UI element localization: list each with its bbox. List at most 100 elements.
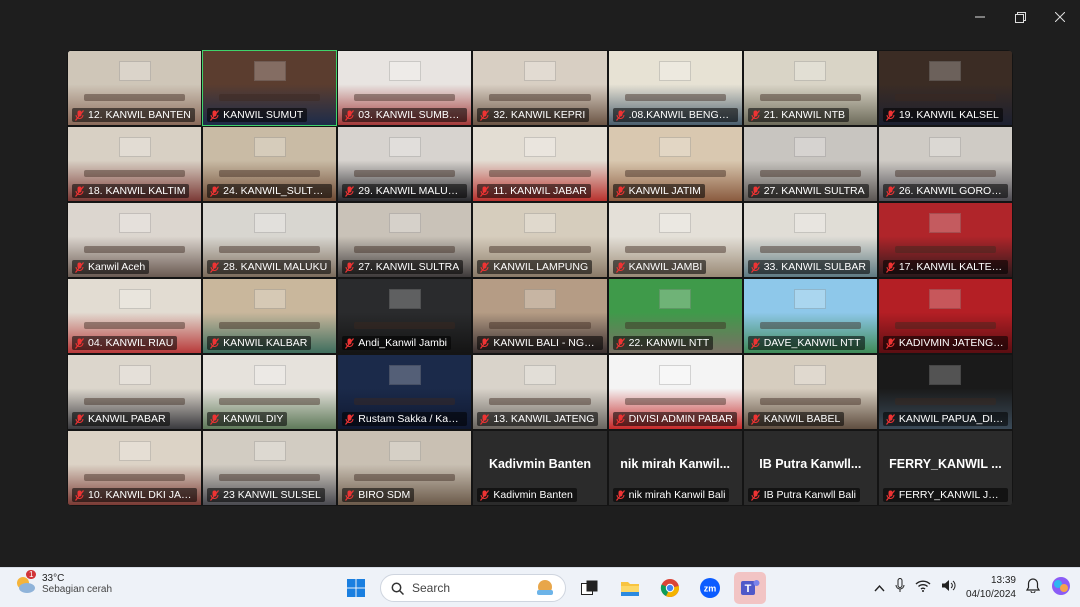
participant-label: .08.KANWIL BENGKU... [612,108,738,122]
participant-name: BIRO SDM [358,489,411,501]
participant-tile[interactable]: 13. KANWIL JATENG [472,354,608,430]
chrome-icon [660,579,680,597]
weather-temp: 33°C [42,573,65,584]
room-backdrop [118,213,151,233]
participant-tile[interactable]: KANWIL BALI - NGUR... [472,278,608,354]
room-table [83,169,186,178]
participant-tile[interactable]: 04. KANWIL RIAU [67,278,203,354]
muted-mic-icon [480,337,490,349]
participant-tile[interactable]: KANWIL DIY [202,354,338,430]
clock[interactable]: 13:39 04/10/2024 [966,574,1016,602]
participant-tile[interactable]: 33. KANWIL SULBAR [742,202,878,278]
participant-name: KANWIL KALBAR [223,337,308,349]
participant-tile[interactable]: 32. KANWIL KEPRI [472,50,608,126]
room-table [219,321,321,330]
room-table [219,245,321,254]
participant-tile[interactable]: 21. KANWIL NTB [742,50,878,126]
file-explorer-button[interactable] [614,572,646,604]
wifi-icon[interactable] [915,579,931,597]
participant-tile[interactable]: KANWIL JATIM [607,126,743,202]
participant-label: 26. KANWIL GORONT... [882,184,1008,198]
participant-name: 17. KANWIL KALTENG [898,261,1004,273]
participant-label: KANWIL JATIM [612,184,705,198]
microphone-icon[interactable] [895,578,905,598]
speaker-icon[interactable] [941,579,956,597]
participant-tile[interactable]: KANWIL PAPUA_DINA... [877,354,1013,430]
svg-text:zm: zm [704,584,717,594]
room-table [894,245,997,254]
participant-label: 29. KANWIL MALUKU... [342,184,468,198]
participant-display-name: FERRY_KANWIL ... [889,457,1002,471]
participant-tile[interactable]: DAVE_KANWIL NTT [742,278,878,354]
minimize-icon [975,16,985,18]
participant-name: KANWIL PAPUA_DINA... [898,413,1004,425]
participant-tile[interactable]: KANWIL PABAR [67,354,203,430]
participant-tile[interactable]: KANWIL JAMBI [607,202,743,278]
participant-tile[interactable]: FERRY_KANWIL ... FERRY_KANWIL JABAR [877,430,1013,506]
participant-tile[interactable]: 26. KANWIL GORONT... [877,126,1013,202]
participant-label: KANWIL BABEL [747,412,845,426]
muted-mic-icon [345,109,355,121]
participant-tile[interactable]: .08.KANWIL BENGKU... [607,50,743,126]
participant-tile[interactable]: Rustam Sakka / Kaba... [337,354,473,430]
room-table [759,321,861,330]
start-button[interactable] [340,572,372,604]
room-backdrop [388,289,421,309]
participant-tile[interactable]: 23 KANWIL SULSEL [202,430,338,506]
copilot-icon[interactable] [1050,575,1072,602]
participant-tile[interactable]: 18. KANWIL KALTIM [67,126,203,202]
participant-tile[interactable]: nik mirah Kanwil... nik mirah Kanwil Bali [607,430,743,506]
participant-tile[interactable]: Kanwil Aceh [67,202,203,278]
taskbar-search[interactable]: Search [380,574,566,602]
participant-label: DAVE_KANWIL NTT [747,336,865,350]
participant-tile[interactable]: 10. KANWIL DKI JAKA... [67,430,203,506]
room-table [354,93,456,102]
room-table [219,397,321,406]
participant-tile[interactable]: KANWIL BABEL [742,354,878,430]
participant-label: 04. KANWIL RIAU [72,336,178,350]
task-view-button[interactable] [574,572,606,604]
participant-label: 03. KANWIL SUMBAR [342,108,468,122]
participant-name: 21. KANWIL NTB [763,109,846,121]
room-backdrop [929,61,962,81]
participant-tile[interactable]: 12. KANWIL BANTEN [67,50,203,126]
participant-tile[interactable]: 19. KANWIL KALSEL [877,50,1013,126]
participant-name: nik mirah Kanwil Bali [628,489,726,501]
participant-tile[interactable]: 29. KANWIL MALUKU... [337,126,473,202]
teams-button[interactable]: T [734,572,766,604]
participant-name: 13. KANWIL JATENG [493,413,595,425]
participant-tile[interactable]: KANWIL LAMPUNG [472,202,608,278]
weather-widget[interactable]: 1 33°C Sebagian cerah [14,570,112,595]
participant-tile[interactable]: 17. KANWIL KALTENG [877,202,1013,278]
folder-icon [621,582,639,596]
participant-tile[interactable]: 24. KANWIL_SULTENG [202,126,338,202]
maximize-button[interactable] [1000,0,1040,34]
participant-tile[interactable]: 22. KANWIL NTT [607,278,743,354]
taskbar-apps: Search zm T [340,572,766,604]
search-highlight-icon [533,578,555,599]
notification-icon[interactable] [1025,578,1041,598]
room-backdrop [659,137,692,157]
participant-label: 17. KANWIL KALTENG [882,260,1008,274]
participant-tile[interactable]: KANWIL KALBAR [202,278,338,354]
participant-tile[interactable]: Andi_Kanwil Jambi [337,278,473,354]
chevron-up-icon[interactable] [874,579,885,597]
participant-tile[interactable]: IB Putra Kanwll... IB Putra Kanwll Bali [742,430,878,506]
participant-tile[interactable]: 03. KANWIL SUMBAR [337,50,473,126]
participant-tile[interactable]: BIRO SDM [337,430,473,506]
participant-tile[interactable]: DIVISI ADMIN PABAR [607,354,743,430]
participant-tile[interactable]: 27. KANWIL SULTRA [742,126,878,202]
participant-tile[interactable]: 11. KANWIL JABAR [472,126,608,202]
participant-tile[interactable]: 27. KANWIL SULTRA [337,202,473,278]
participant-tile[interactable]: KANWIL SUMUT [202,50,338,126]
close-button[interactable] [1040,0,1080,34]
participant-tile[interactable]: 28. KANWIL MALUKU [202,202,338,278]
zoom-button[interactable]: zm [694,572,726,604]
room-table [83,93,186,102]
participant-label: Rustam Sakka / Kaba... [342,412,468,426]
minimize-button[interactable] [960,0,1000,34]
chrome-button[interactable] [654,572,686,604]
room-backdrop [388,137,421,157]
participant-tile[interactable]: KADIVMIN JATENG_A... [877,278,1013,354]
participant-tile[interactable]: Kadivmin Banten Kadivmin Banten [472,430,608,506]
